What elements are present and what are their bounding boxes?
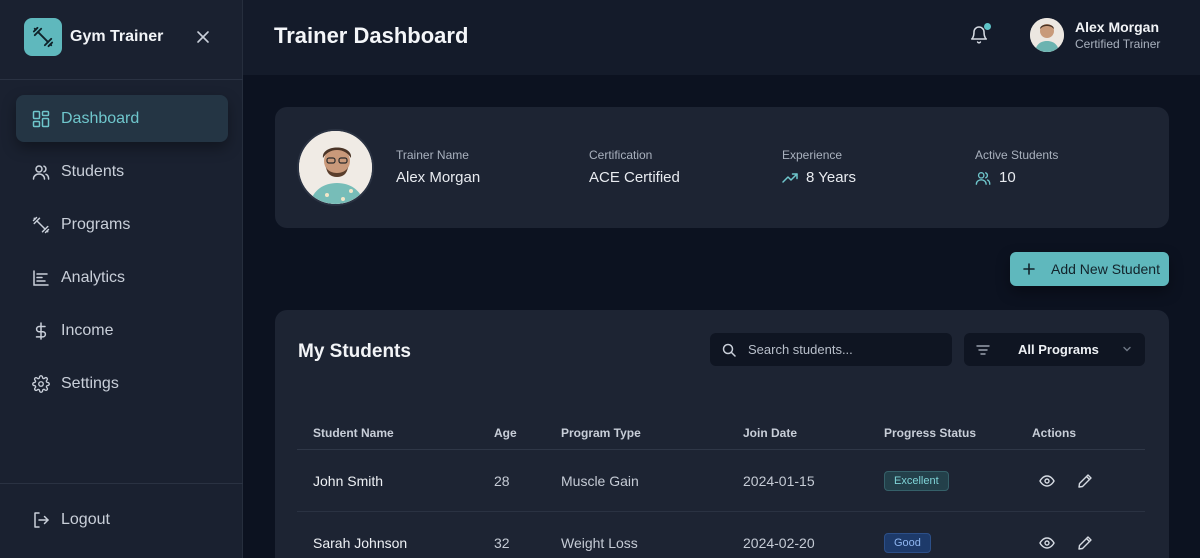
users-icon (975, 170, 991, 186)
stat-active-students: Active Students 10 (975, 148, 1058, 186)
notifications-button[interactable] (969, 23, 991, 45)
user-name: Alex Morgan (1075, 19, 1160, 35)
stat-value: 8 Years (806, 169, 857, 186)
sidebar: Gym Trainer Dashboard Students Programs (0, 0, 243, 558)
student-program: Muscle Gain (561, 473, 639, 489)
dumbbell-logo-icon (24, 18, 62, 56)
brand[interactable]: Gym Trainer (24, 18, 163, 56)
section-title: My Students (298, 341, 411, 362)
sidebar-item-label: Analytics (61, 268, 126, 286)
table-header: Student Name Age Program Type Join Date … (297, 416, 1145, 450)
avatar (1030, 18, 1064, 52)
student-name: John Smith (313, 473, 384, 489)
plus-icon (1022, 262, 1036, 276)
stat-certification: Certification ACE Certified (589, 148, 680, 186)
column-header: Program Type (561, 426, 641, 440)
logout-label: Logout (61, 511, 110, 528)
student-program: Weight Loss (561, 535, 638, 551)
stat-value-row: 8 Years (782, 169, 856, 186)
sidebar-divider (0, 79, 243, 80)
column-header: Progress Status (884, 426, 977, 440)
search-box (710, 333, 952, 366)
search-input[interactable] (748, 342, 938, 357)
edit-icon[interactable] (1076, 534, 1094, 552)
stat-value: ACE Certified (589, 169, 680, 186)
stat-experience: Experience 8 Years (782, 148, 856, 186)
chevron-down-icon (1121, 343, 1133, 355)
column-header: Student Name (313, 426, 394, 440)
status-badge: Good (884, 533, 931, 553)
top-header: Trainer Dashboard Alex Morgan Certified … (243, 0, 1200, 75)
chart-icon (31, 268, 51, 288)
avatar (297, 129, 374, 206)
column-header: Actions (1032, 426, 1077, 440)
stat-label: Trainer Name (396, 148, 469, 162)
edit-icon[interactable] (1076, 472, 1094, 490)
sidebar-item-settings[interactable]: Settings (16, 360, 228, 407)
view-icon[interactable] (1038, 472, 1056, 490)
table-row[interactable]: Sarah Johnson 32 Weight Loss 2024-02-20 … (297, 512, 1145, 558)
stat-value: Alex Morgan (396, 169, 481, 186)
trending-up-icon (782, 170, 798, 186)
sidebar-nav: Dashboard Students Programs Analytics In… (16, 95, 228, 413)
sidebar-item-label: Students (61, 162, 125, 180)
brand-title: Gym Trainer (70, 28, 164, 45)
student-name: Sarah Johnson (313, 535, 408, 551)
dollar-icon (31, 321, 51, 341)
column-header: Join Date (743, 426, 798, 440)
stat-label: Active Students (975, 148, 1059, 162)
logout-icon (31, 510, 51, 530)
stat-label: Experience (782, 148, 843, 162)
sidebar-item-dashboard[interactable]: Dashboard (16, 95, 228, 142)
user-menu[interactable]: Alex Morgan Certified Trainer (1030, 18, 1160, 52)
student-age: 28 (494, 473, 510, 489)
view-icon[interactable] (1038, 534, 1056, 552)
add-student-button[interactable]: Add New Student (1010, 252, 1169, 286)
student-join-date: 2024-01-15 (743, 473, 815, 489)
grid-icon (31, 109, 51, 129)
sidebar-item-label: Programs (61, 215, 131, 233)
table-row[interactable]: John Smith 28 Muscle Gain 2024-01-15 Exc… (297, 450, 1145, 512)
sidebar-item-label: Dashboard (61, 109, 140, 127)
sidebar-item-income[interactable]: Income (16, 307, 228, 354)
dumbbell-icon (31, 215, 51, 235)
stat-trainer-name: Trainer Name Alex Morgan (396, 148, 480, 186)
column-header: Age (494, 426, 517, 440)
filter-icon (975, 342, 991, 358)
page-title: Trainer Dashboard (274, 23, 469, 48)
student-age: 32 (494, 535, 510, 551)
add-student-label: Add New Student (1051, 261, 1160, 277)
close-icon[interactable] (194, 28, 212, 46)
sidebar-divider (0, 483, 243, 484)
stat-value: 10 (999, 169, 1016, 186)
stat-value-row: 10 (975, 169, 1058, 186)
students-table: Student Name Age Program Type Join Date … (297, 416, 1145, 558)
sidebar-item-label: Settings (61, 374, 119, 392)
search-icon (721, 342, 737, 358)
trainer-profile-card: Trainer Name Alex Morgan Certification A… (275, 107, 1169, 228)
stat-label: Certification (589, 148, 653, 162)
sidebar-item-label: Income (61, 321, 114, 339)
filter-value: All Programs (1018, 342, 1099, 357)
students-card: My Students All Programs Student Name Ag… (275, 310, 1169, 558)
gear-icon (31, 374, 51, 394)
sidebar-item-programs[interactable]: Programs (16, 201, 228, 248)
users-icon (31, 162, 51, 182)
sidebar-item-analytics[interactable]: Analytics (16, 254, 228, 301)
status-badge: Excellent (884, 471, 949, 491)
sidebar-item-students[interactable]: Students (16, 148, 228, 195)
notification-dot (984, 23, 991, 30)
student-join-date: 2024-02-20 (743, 535, 815, 551)
program-filter-select[interactable]: All Programs (964, 333, 1145, 366)
bell-icon (969, 26, 989, 49)
logout-button[interactable]: Logout (31, 510, 110, 530)
user-role: Certified Trainer (1075, 37, 1161, 51)
